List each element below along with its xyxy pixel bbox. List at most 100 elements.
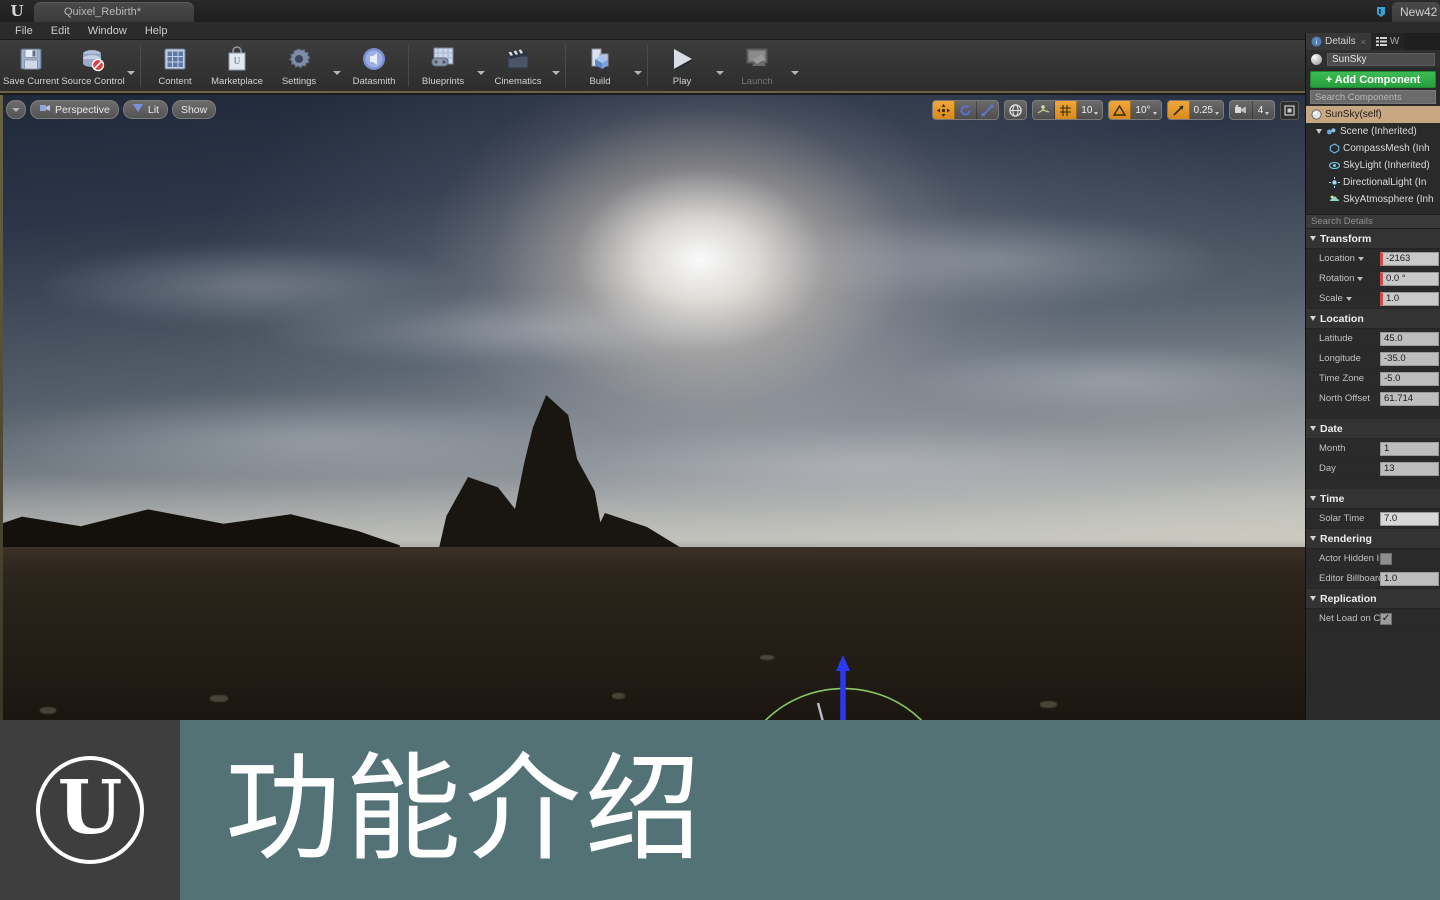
property-value-field[interactable]: 1.0 xyxy=(1380,291,1439,306)
section-header-rendering[interactable]: Rendering xyxy=(1306,529,1440,549)
section-header-time[interactable]: Time xyxy=(1306,489,1440,509)
settings-label: Settings xyxy=(281,76,317,87)
blueprints-dropdown-arrow[interactable] xyxy=(474,40,487,91)
property-label: Month xyxy=(1319,443,1346,454)
build-dropdown-arrow[interactable] xyxy=(631,40,644,91)
chevron-down-icon[interactable] xyxy=(1357,257,1364,261)
build-icon xyxy=(585,45,615,73)
launch-label: Launch xyxy=(741,76,773,87)
viewport-options-button[interactable] xyxy=(6,100,26,119)
component-row-scene[interactable]: Scene (Inherited) xyxy=(1306,123,1440,140)
section-header-date[interactable]: Date xyxy=(1306,419,1440,439)
menu-file[interactable]: File xyxy=(6,22,42,40)
content-button[interactable]: Content xyxy=(144,40,206,91)
source-control-button[interactable]: Source Control xyxy=(61,40,125,91)
project-tab[interactable]: Quixel_Rebirth* xyxy=(34,2,194,22)
secondary-window-tab[interactable]: New42 xyxy=(1392,2,1440,22)
settings-dropdown-arrow[interactable] xyxy=(330,40,343,91)
world-space-toggle[interactable] xyxy=(1005,101,1026,119)
component-row-directionallight[interactable]: DirectionalLight (In xyxy=(1306,174,1440,191)
close-icon[interactable]: × xyxy=(1361,37,1366,47)
component-row-skyatmosphere[interactable]: SkyAtmosphere (Inh xyxy=(1306,191,1440,208)
actor-name-field[interactable]: SunSky xyxy=(1327,52,1435,66)
camera-icon xyxy=(39,103,51,116)
net-load-checkbox[interactable]: ✓ xyxy=(1380,612,1392,625)
play-button[interactable]: Play xyxy=(651,40,713,91)
section-title: Date xyxy=(1320,422,1343,435)
play-dropdown-arrow[interactable] xyxy=(713,40,726,91)
surface-snap-toggle[interactable] xyxy=(1033,101,1056,119)
rotation-snap-value[interactable]: 10° xyxy=(1131,101,1160,119)
search-components-input[interactable]: Search Components xyxy=(1310,90,1436,104)
scale-snap-value[interactable]: 0.25 xyxy=(1190,101,1223,119)
marketplace-button[interactable]: U Marketplace xyxy=(206,40,268,91)
launch-dropdown-arrow[interactable] xyxy=(788,40,801,91)
view-mode-button[interactable]: Lit xyxy=(122,100,168,119)
property-value-field[interactable]: 7.0 xyxy=(1380,511,1439,526)
component-row-skylight[interactable]: SkyLight (Inherited) xyxy=(1306,157,1440,174)
tab-world-outliner[interactable]: W xyxy=(1370,33,1405,50)
content-label: Content xyxy=(158,76,192,87)
property-value-field[interactable]: -35.0 xyxy=(1380,351,1439,366)
component-label: SunSky(self) xyxy=(1325,109,1382,120)
unreal-logo-icon: U xyxy=(10,2,24,20)
launch-button[interactable]: Launch xyxy=(726,40,788,91)
camera-speed-icon[interactable] xyxy=(1230,101,1253,119)
settings-button[interactable]: Settings xyxy=(268,40,330,91)
source-control-dropdown-arrow[interactable] xyxy=(124,40,137,91)
property-value-field[interactable]: -2163 xyxy=(1380,251,1439,266)
add-component-button[interactable]: + Add Component xyxy=(1310,71,1436,88)
save-current-button[interactable]: Save Current xyxy=(0,40,62,91)
component-row-sunsky-self[interactable]: SunSky(self) xyxy=(1306,106,1440,123)
chevron-down-icon[interactable] xyxy=(1357,277,1364,281)
bottom-banner: U 功能介绍 xyxy=(0,720,1440,900)
expander-icon[interactable] xyxy=(1316,129,1322,134)
grid-snap-toggle[interactable] xyxy=(1055,101,1078,119)
cinematics-dropdown-arrow[interactable] xyxy=(549,40,562,91)
camera-speed-value[interactable]: 4 xyxy=(1253,101,1274,119)
rotation-snap-toggle[interactable] xyxy=(1109,101,1132,119)
section-header-transform[interactable]: Transform xyxy=(1306,229,1440,249)
level-viewport[interactable]: Perspective Lit Show 10 10° 0.25 4 xyxy=(0,95,1305,720)
menu-help[interactable]: Help xyxy=(136,22,177,40)
build-button[interactable]: Build xyxy=(569,40,631,91)
section-title: Transform xyxy=(1320,232,1372,245)
section-header-replication[interactable]: Replication xyxy=(1306,589,1440,609)
rotate-mode-button[interactable] xyxy=(955,101,978,119)
marketplace-label: Marketplace xyxy=(211,76,263,87)
datasmith-button[interactable]: Datasmith xyxy=(343,40,405,91)
pebble xyxy=(1040,701,1057,708)
datasmith-label: Datasmith xyxy=(352,76,396,87)
property-value-field[interactable]: 0.0 ° xyxy=(1380,271,1439,286)
pebble xyxy=(40,707,56,714)
property-value-field[interactable]: 1 xyxy=(1380,441,1439,456)
scale-mode-button[interactable] xyxy=(977,101,998,119)
property-label: Scale xyxy=(1306,293,1380,304)
search-details-input[interactable]: Search Details xyxy=(1306,214,1440,229)
component-row-compassmesh[interactable]: CompassMesh (Inh xyxy=(1306,140,1440,157)
property-value-field[interactable]: -5.0 xyxy=(1380,371,1439,386)
section-header-location[interactable]: Location xyxy=(1306,309,1440,329)
show-menu-button[interactable]: Show xyxy=(171,100,217,119)
property-value-field[interactable]: 13 xyxy=(1380,461,1439,476)
blueprints-button[interactable]: Blueprints xyxy=(412,40,474,91)
property-value-field[interactable]: 61.714 xyxy=(1380,391,1439,406)
maximize-viewport-button[interactable] xyxy=(1280,100,1299,120)
grid-snap-value[interactable]: 10 xyxy=(1077,101,1102,119)
tab-details[interactable]: i Details × xyxy=(1306,33,1371,50)
select-translate-mode-button[interactable] xyxy=(933,101,956,119)
chevron-down-icon[interactable] xyxy=(1345,297,1352,301)
grid-snap-group: 10 xyxy=(1032,100,1104,120)
scale-snap-toggle[interactable] xyxy=(1167,101,1190,119)
transform-mode-group xyxy=(932,100,1000,120)
cinematics-button[interactable]: Cinematics xyxy=(487,40,549,91)
actor-hidden-checkbox[interactable] xyxy=(1380,552,1392,565)
menu-window[interactable]: Window xyxy=(79,22,136,40)
property-value-field[interactable]: 45.0 xyxy=(1380,331,1439,346)
component-tree: SunSky(self) Scene (Inherited) CompassMe… xyxy=(1306,106,1440,211)
property-value-field[interactable]: 1.0 xyxy=(1380,571,1439,586)
toolbar-separator xyxy=(647,44,648,87)
camera-mode-button[interactable]: Perspective xyxy=(30,100,119,119)
epic-games-icon[interactable] xyxy=(1370,2,1392,22)
menu-edit[interactable]: Edit xyxy=(42,22,79,40)
